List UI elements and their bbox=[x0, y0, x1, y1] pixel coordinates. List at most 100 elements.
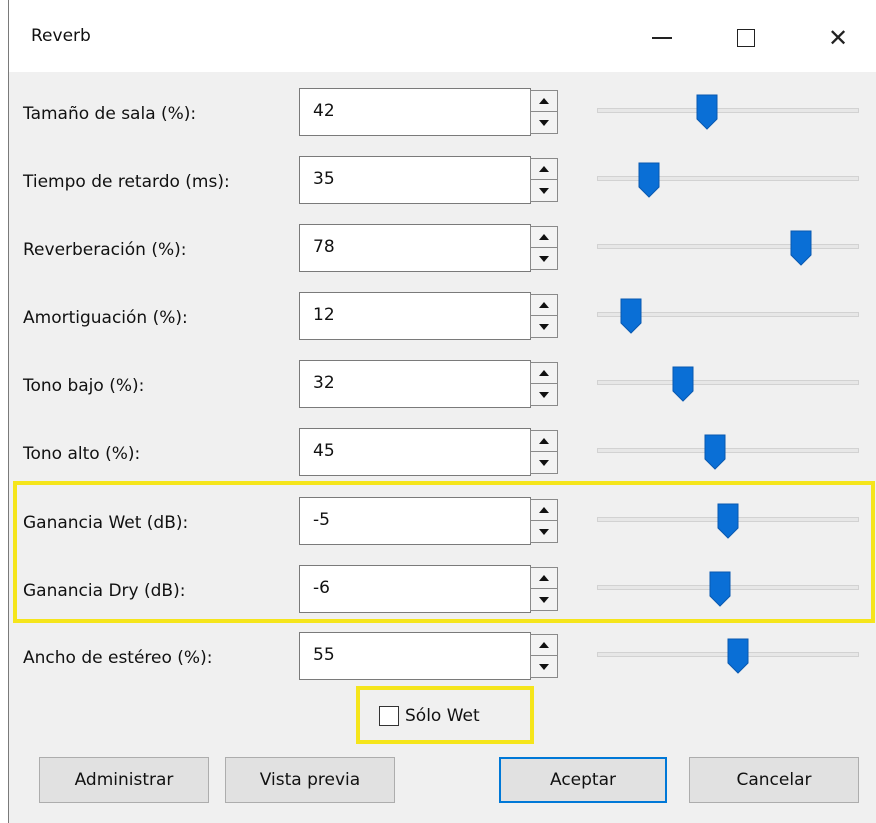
param-input-value[interactable] bbox=[300, 568, 513, 608]
param-slider[interactable] bbox=[597, 360, 859, 408]
spin-up-button[interactable] bbox=[530, 430, 558, 452]
param-input[interactable] bbox=[299, 428, 531, 476]
param-row-reverberance: Reverberación (%): bbox=[9, 224, 876, 280]
param-label: Tamaño de sala (%): bbox=[23, 104, 197, 124]
param-label: Ganancia Wet (dB): bbox=[23, 513, 189, 533]
param-input-value[interactable] bbox=[300, 500, 513, 540]
spin-up-button[interactable] bbox=[530, 634, 558, 656]
close-button[interactable]: ✕ bbox=[815, 18, 861, 58]
param-input[interactable] bbox=[299, 632, 531, 680]
param-label: Amortiguación (%): bbox=[23, 308, 188, 328]
param-label: Ancho de estéreo (%): bbox=[23, 648, 213, 668]
window-title: Reverb bbox=[31, 26, 91, 46]
spin-down-button[interactable] bbox=[530, 384, 558, 406]
maximize-icon bbox=[737, 29, 755, 47]
param-spinner bbox=[530, 158, 558, 202]
arrow-down-icon bbox=[539, 255, 549, 262]
param-slider[interactable] bbox=[597, 497, 859, 545]
spin-up-button[interactable] bbox=[530, 567, 558, 589]
slider-track bbox=[597, 176, 859, 181]
close-icon: ✕ bbox=[827, 24, 849, 52]
param-input[interactable] bbox=[299, 224, 531, 272]
param-label: Tiempo de retardo (ms): bbox=[23, 172, 230, 192]
preview-button[interactable]: Vista previa bbox=[225, 757, 395, 803]
param-label: Reverberación (%): bbox=[23, 240, 187, 260]
param-row-dry-gain: Ganancia Dry (dB): bbox=[9, 565, 876, 621]
param-spinner bbox=[530, 430, 558, 474]
param-slider[interactable] bbox=[597, 156, 859, 204]
arrow-down-icon bbox=[539, 459, 549, 466]
slider-track bbox=[597, 380, 859, 385]
param-slider[interactable] bbox=[597, 88, 859, 136]
spin-down-button[interactable] bbox=[530, 656, 558, 678]
slider-track bbox=[597, 108, 859, 113]
slider-thumb[interactable] bbox=[709, 571, 731, 607]
param-label: Tono bajo (%): bbox=[23, 376, 145, 396]
spin-up-button[interactable] bbox=[530, 294, 558, 316]
spin-down-button[interactable] bbox=[530, 112, 558, 134]
param-input[interactable] bbox=[299, 565, 531, 613]
param-input-value[interactable] bbox=[300, 295, 513, 335]
maximize-button[interactable] bbox=[723, 18, 769, 58]
spin-up-button[interactable] bbox=[530, 226, 558, 248]
slider-thumb[interactable] bbox=[717, 503, 739, 539]
spin-down-button[interactable] bbox=[530, 452, 558, 474]
spin-up-button[interactable] bbox=[530, 158, 558, 180]
spin-up-button[interactable] bbox=[530, 499, 558, 521]
cancel-button[interactable]: Cancelar bbox=[689, 757, 859, 803]
slider-track bbox=[597, 448, 859, 453]
arrow-up-icon bbox=[539, 370, 549, 376]
param-row-tone-high: Tono alto (%): bbox=[9, 428, 876, 484]
slider-thumb[interactable] bbox=[696, 94, 718, 130]
param-input-value[interactable] bbox=[300, 635, 513, 675]
param-slider[interactable] bbox=[597, 224, 859, 272]
spin-up-button[interactable] bbox=[530, 362, 558, 384]
spin-down-button[interactable] bbox=[530, 589, 558, 611]
slider-thumb[interactable] bbox=[672, 366, 694, 402]
slider-thumb[interactable] bbox=[727, 638, 749, 674]
arrow-down-icon bbox=[539, 596, 549, 603]
param-input[interactable] bbox=[299, 292, 531, 340]
param-input-value[interactable] bbox=[300, 159, 513, 199]
spin-down-button[interactable] bbox=[530, 180, 558, 202]
ok-button[interactable]: Aceptar bbox=[499, 757, 667, 803]
param-slider[interactable] bbox=[597, 632, 859, 680]
arrow-down-icon bbox=[539, 187, 549, 194]
param-input-value[interactable] bbox=[300, 227, 513, 267]
arrow-down-icon bbox=[539, 323, 549, 330]
param-input[interactable] bbox=[299, 497, 531, 545]
param-spinner bbox=[530, 90, 558, 134]
param-input[interactable] bbox=[299, 156, 531, 204]
slider-thumb[interactable] bbox=[638, 162, 660, 198]
wet-only-option[interactable]: Sólo Wet bbox=[379, 703, 480, 729]
spin-down-button[interactable] bbox=[530, 521, 558, 543]
minimize-button[interactable] bbox=[639, 18, 685, 58]
spin-down-button[interactable] bbox=[530, 316, 558, 338]
wet-only-checkbox[interactable] bbox=[379, 706, 399, 726]
param-input-value[interactable] bbox=[300, 91, 513, 131]
param-slider[interactable] bbox=[597, 292, 859, 340]
param-input-value[interactable] bbox=[300, 431, 513, 471]
arrow-up-icon bbox=[539, 507, 549, 513]
param-slider[interactable] bbox=[597, 565, 859, 613]
param-input[interactable] bbox=[299, 88, 531, 136]
manage-button[interactable]: Administrar bbox=[39, 757, 209, 803]
param-spinner bbox=[530, 226, 558, 270]
slider-thumb[interactable] bbox=[704, 434, 726, 470]
arrow-up-icon bbox=[539, 234, 549, 240]
param-spinner bbox=[530, 567, 558, 611]
arrow-up-icon bbox=[539, 575, 549, 581]
param-slider[interactable] bbox=[597, 428, 859, 476]
param-row-damping: Amortiguación (%): bbox=[9, 292, 876, 348]
param-spinner bbox=[530, 294, 558, 338]
slider-thumb[interactable] bbox=[620, 298, 642, 334]
spin-down-button[interactable] bbox=[530, 248, 558, 270]
param-input-value[interactable] bbox=[300, 363, 513, 403]
param-spinner bbox=[530, 499, 558, 543]
slider-thumb[interactable] bbox=[790, 230, 812, 266]
param-row-room-size: Tamaño de sala (%): bbox=[9, 88, 876, 144]
param-label: Tono alto (%): bbox=[23, 444, 141, 464]
param-input[interactable] bbox=[299, 360, 531, 408]
spin-up-button[interactable] bbox=[530, 90, 558, 112]
reverb-dialog: Reverb ✕ Tamaño de sala (%): Tiempo de r… bbox=[8, 0, 876, 823]
